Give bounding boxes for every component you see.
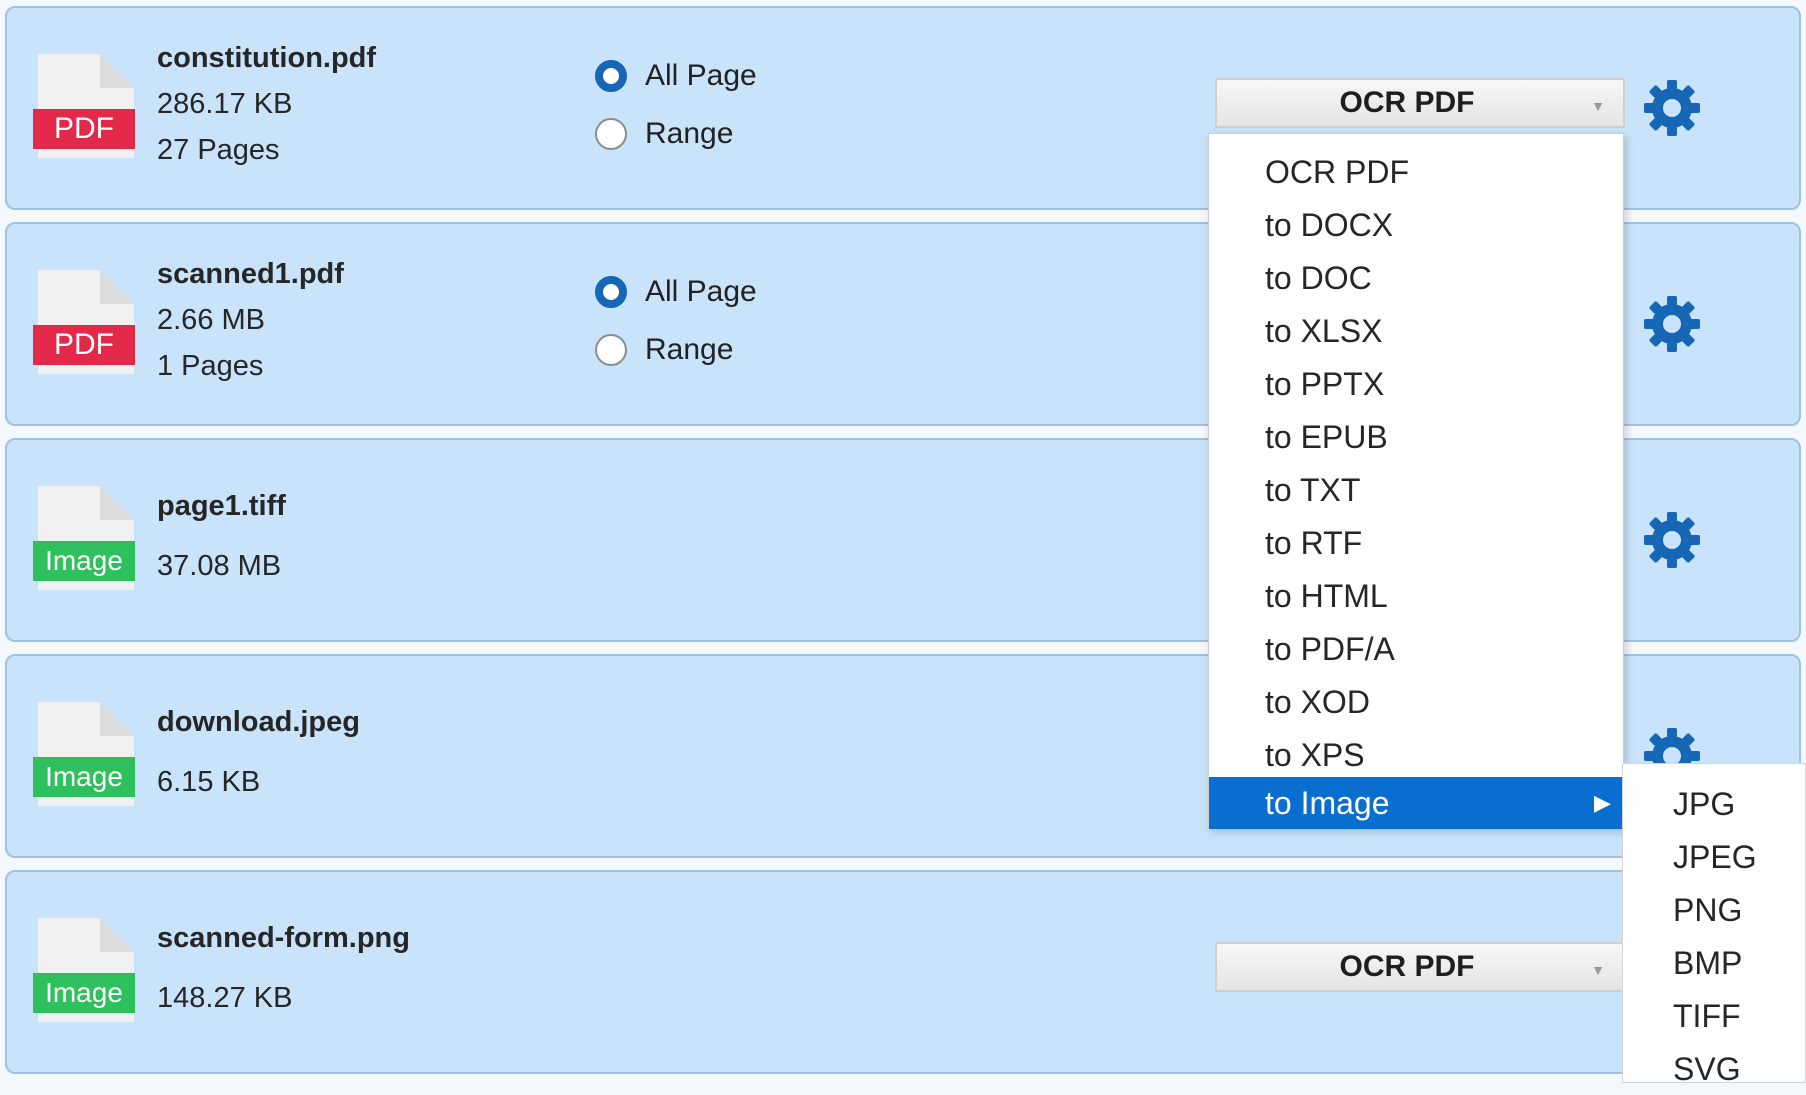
image-badge: Image	[33, 973, 135, 1013]
file-name: page1.tiff	[157, 490, 286, 522]
file-size: 286.17 KB	[157, 88, 293, 120]
submenu-item-tiff[interactable]: TIFF	[1673, 990, 1741, 1042]
image-format-submenu: JPG JPEG PNG BMP TIFF SVG	[1622, 763, 1806, 1087]
page-count: 1 Pages	[157, 350, 264, 382]
file-name: constitution.pdf	[157, 42, 377, 74]
menu-item-to-pdfa[interactable]: to PDF/A	[1209, 623, 1623, 675]
menu-item-label: to EPUB	[1265, 419, 1388, 455]
menu-item-to-rtf[interactable]: to RTF	[1209, 517, 1623, 569]
menu-item-label: to PPTX	[1265, 366, 1385, 402]
gear-icon[interactable]	[1642, 78, 1702, 138]
gear-icon[interactable]	[1642, 294, 1702, 354]
file-row: Image scanned-form.png 148.27 KB OCR PDF…	[5, 870, 1801, 1074]
file-size: 2.66 MB	[157, 304, 265, 336]
file-icon: PDF	[33, 54, 139, 160]
conversion-select[interactable]: OCR PDF ▼	[1215, 942, 1625, 992]
menu-item-label: to HTML	[1265, 578, 1388, 614]
menu-item-label: to PDF/A	[1265, 631, 1395, 667]
menu-item-to-html[interactable]: to HTML	[1209, 570, 1623, 622]
conversion-select-value: OCR PDF	[1339, 950, 1475, 983]
chevron-down-icon: ▼	[1591, 962, 1605, 978]
radio-range-label: Range	[645, 117, 734, 150]
menu-item-to-txt[interactable]: to TXT	[1209, 464, 1623, 516]
conversion-dropdown-menu: OCR PDF to DOCX to DOC to XLSX to PPTX t…	[1208, 133, 1624, 829]
menu-item-label: to DOCX	[1265, 207, 1394, 243]
menu-item-to-image[interactable]: to Image ▶	[1209, 777, 1623, 829]
file-size: 37.08 MB	[157, 550, 282, 582]
chevron-down-icon: ▼	[1591, 98, 1605, 114]
menu-item-label: to XPS	[1265, 737, 1365, 773]
pdf-badge: PDF	[33, 109, 135, 149]
menu-item-ocr-pdf[interactable]: OCR PDF	[1209, 146, 1623, 198]
chevron-right-icon: ▶	[1594, 790, 1611, 815]
menu-item-label: to XOD	[1265, 684, 1370, 720]
menu-item-label: to DOC	[1265, 260, 1372, 296]
radio-range-circle[interactable]	[595, 334, 627, 366]
image-badge: Image	[33, 757, 135, 797]
file-icon: Image	[33, 918, 139, 1024]
page-count: 27 Pages	[157, 134, 280, 166]
menu-item-to-epub[interactable]: to EPUB	[1209, 411, 1623, 463]
radio-all-page-label: All Page	[645, 59, 757, 92]
radio-range-label: Range	[645, 333, 734, 366]
file-icon: Image	[33, 702, 139, 808]
menu-item-label: to RTF	[1265, 525, 1363, 561]
menu-item-to-docx[interactable]: to DOCX	[1209, 199, 1623, 251]
conversion-select-value: OCR PDF	[1339, 86, 1475, 119]
file-size: 148.27 KB	[157, 982, 293, 1014]
radio-range-circle[interactable]	[595, 118, 627, 150]
menu-item-to-xlsx[interactable]: to XLSX	[1209, 305, 1623, 357]
radio-all-page-circle[interactable]	[595, 60, 627, 92]
menu-item-to-doc[interactable]: to DOC	[1209, 252, 1623, 304]
radio-all-page-label: All Page	[645, 275, 757, 308]
submenu-item-bmp[interactable]: BMP	[1673, 937, 1742, 989]
menu-item-to-xod[interactable]: to XOD	[1209, 676, 1623, 728]
menu-item-to-pptx[interactable]: to PPTX	[1209, 358, 1623, 410]
pdf-badge: PDF	[33, 325, 135, 365]
submenu-item-jpg[interactable]: JPG	[1673, 778, 1735, 830]
file-name: scanned-form.png	[157, 922, 410, 954]
submenu-item-png[interactable]: PNG	[1673, 884, 1742, 936]
submenu-item-svg[interactable]: SVG	[1673, 1043, 1741, 1095]
gear-icon[interactable]	[1642, 510, 1702, 570]
menu-item-to-xps[interactable]: to XPS	[1209, 729, 1623, 781]
conversion-select[interactable]: OCR PDF ▼	[1215, 78, 1625, 128]
image-badge: Image	[33, 541, 135, 581]
menu-item-label: to XLSX	[1265, 313, 1383, 349]
file-name: download.jpeg	[157, 706, 360, 738]
file-icon: PDF	[33, 270, 139, 376]
menu-item-label: to TXT	[1265, 472, 1361, 508]
submenu-item-jpeg[interactable]: JPEG	[1673, 831, 1757, 883]
file-icon: Image	[33, 486, 139, 592]
menu-item-label: to Image	[1265, 785, 1390, 821]
file-name: scanned1.pdf	[157, 258, 344, 290]
menu-item-label: OCR PDF	[1265, 154, 1409, 190]
radio-all-page-circle[interactable]	[595, 276, 627, 308]
file-size: 6.15 KB	[157, 766, 261, 798]
